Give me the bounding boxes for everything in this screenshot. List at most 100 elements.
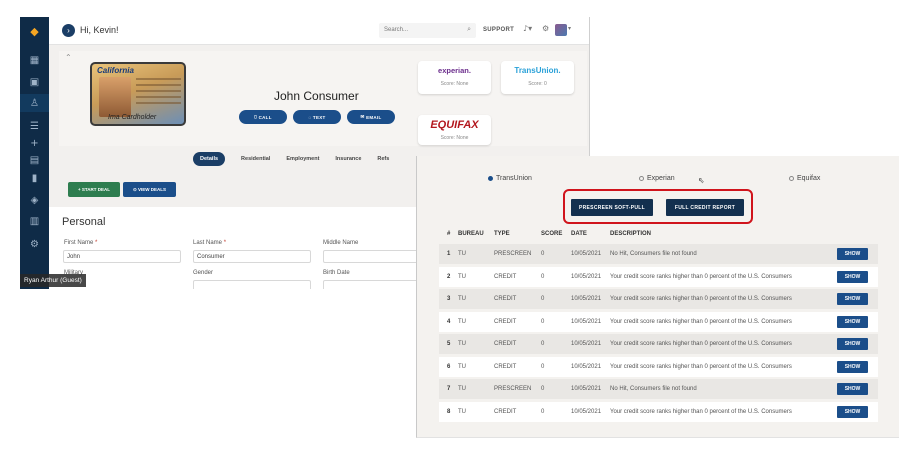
gear-icon[interactable]: ⚙ [542,24,549,33]
row-score: 0 [541,251,545,257]
show-button[interactable]: SHOW [837,270,868,283]
row-number: 6 [447,363,451,370]
col-number: # [447,231,451,237]
support-link[interactable]: SUPPORT [483,27,514,33]
transunion-logo: TransUnion. [514,66,561,75]
sidebar-toggle-button[interactable]: › [62,24,75,37]
drivers-license-image: California Ima Cardholder [90,62,186,126]
full-credit-report-button[interactable]: FULL CREDIT REPORT [666,199,744,216]
transunion-score: Score: 0 [528,81,547,87]
call-button[interactable]: ▯ CALL [239,110,287,124]
prescreen-soft-pull-button[interactable]: PRESCREEN SOFT-PULL [571,199,653,216]
list-icon[interactable]: ☰ [20,117,49,135]
org-icon[interactable]: ▥ [20,212,49,230]
collapse-chevron-icon[interactable]: ⌃ [65,53,72,62]
row-type: CREDIT [494,318,517,325]
plus-icon[interactable]: + [20,134,49,152]
text-label: TEXT [312,114,326,120]
tab-residential[interactable]: Residential [241,156,270,162]
briefcase-icon[interactable]: ▣ [20,73,49,91]
row-type: CREDIT [494,341,517,347]
user-icon[interactable]: ♙ [20,94,49,112]
chevron-down-icon[interactable]: ▾ [568,25,571,32]
last-name-label: Last Name * [193,240,227,246]
credit-report-panel: TransUnion Experian Equifax ⇖ PRESCREEN … [416,156,899,438]
tab-employment[interactable]: Employment [286,156,319,162]
col-description: DESCRIPTION [610,231,652,237]
call-label: CALL [258,114,272,120]
first-name-field[interactable]: John [63,250,181,263]
row-description: Your credit score ranks higher than 0 pe… [610,363,792,370]
topbar: › Hi, Kevin! Search... ⌕ SUPPORT ♪▾ ⚙ ▾ [49,17,589,45]
last-name-field[interactable]: Consumer [193,250,311,263]
show-button[interactable]: SHOW [837,360,868,373]
row-bureau: TU [458,408,466,415]
show-button[interactable]: SHOW [837,293,868,305]
tag-icon[interactable]: ◈ [20,191,49,209]
show-button[interactable]: SHOW [837,338,868,350]
row-score: 0 [541,318,545,325]
start-deal-button[interactable]: + START DEAL [68,182,120,197]
text-button[interactable]: ◌ TEXT [293,110,341,124]
row-bureau: TU [458,386,466,392]
logo-icon[interactable]: ◆ [20,22,49,40]
bell-icon[interactable]: ♪▾ [523,24,532,33]
equifax-card[interactable]: EQUIFAX Score: None [418,115,491,145]
row-date: 10/05/2021 [571,341,602,347]
table-row: 2 TU CREDIT 0 10/05/2021 Your credit score ra… [439,266,878,287]
avatar[interactable] [555,24,567,36]
row-number: 2 [447,273,451,280]
first-name-label: First Name * [64,240,98,246]
show-button[interactable]: SHOW [837,315,868,328]
tab-insurance[interactable]: Insurance [335,156,361,162]
gender-select[interactable] [193,280,311,289]
view-deals-button[interactable]: ⊙ VIEW DEALS [123,182,176,197]
experian-card[interactable]: experian. Score: None [418,61,491,94]
radio-equifax[interactable]: Equifax [789,175,820,182]
mouse-cursor-icon: ⇖ [698,176,705,185]
consumer-name: John Consumer [274,89,359,103]
show-button[interactable]: SHOW [837,405,868,418]
row-bureau: TU [458,273,466,280]
transunion-card[interactable]: TransUnion. Score: 0 [501,61,574,94]
col-bureau: BUREAU [458,231,484,237]
row-score: 0 [541,386,545,392]
radio-experian[interactable]: Experian [639,175,675,182]
show-button[interactable]: SHOW [837,248,868,260]
tab-details[interactable]: Details [193,152,226,166]
section-title: Personal [62,216,106,228]
row-bureau: TU [458,363,466,370]
show-button[interactable]: SHOW [837,383,868,395]
row-score: 0 [541,408,545,415]
search-icon[interactable]: ⌕ [467,26,471,34]
row-date: 10/05/2021 [571,386,602,392]
row-description: No Hit, Consumers file not found [610,251,697,257]
guest-user-badge: Ryan Arthur (Guest) [20,274,86,287]
gender-label: Gender [193,270,214,276]
screenshot-root: ◆ ▦ ▣ ♙ ☰ + ▤ ▮ ◈ ▥ ⚙ › Hi, Kevin! Searc… [0,0,913,453]
col-type: TYPE [494,231,510,237]
row-number: 1 [447,251,451,257]
row-bureau: TU [458,296,466,302]
email-button[interactable]: ✉ EMAIL [347,110,395,124]
equifax-score: Score: None [440,135,469,141]
row-type: PRESCREEN [494,386,532,392]
settings-icon[interactable]: ⚙ [20,235,49,253]
search-input[interactable]: Search... ⌕ [379,23,476,38]
row-type: CREDIT [494,363,517,370]
profile-tabs: Details Residential Employment Insurance… [193,152,405,166]
chart-icon[interactable]: ▮ [20,169,49,187]
row-score: 0 [541,341,545,347]
dashboard-icon[interactable]: ▦ [20,51,49,69]
row-score: 0 [541,296,545,302]
radio-transunion[interactable]: TransUnion [488,175,532,182]
license-state: California [97,66,134,75]
grid-icon[interactable]: ▤ [20,151,49,169]
radio-selected-icon [488,176,493,181]
row-bureau: TU [458,341,466,347]
row-number: 8 [447,408,451,415]
row-score: 0 [541,273,545,280]
greeting-text: Hi, Kevin! [80,25,119,35]
tab-refs[interactable]: Refs [377,156,389,162]
row-description: Your credit score ranks higher than 0 pe… [610,273,792,280]
